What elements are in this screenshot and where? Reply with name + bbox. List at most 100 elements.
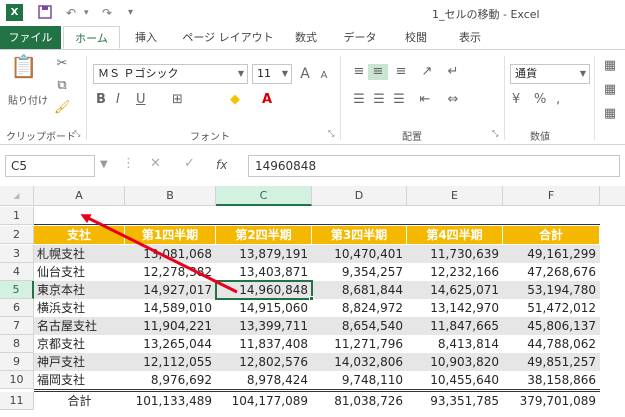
orientation-icon[interactable]: ↗	[418, 64, 436, 80]
data-cell[interactable]: 49,851,257	[503, 353, 600, 371]
column-header-e[interactable]: E	[407, 186, 503, 206]
formula-input[interactable]: 14960848	[248, 155, 620, 177]
data-cell[interactable]: 14,589,010	[125, 299, 216, 317]
data-cell[interactable]: 13,265,044	[125, 335, 216, 353]
data-cell[interactable]: 8,413,814	[407, 335, 503, 353]
branch-name-cell[interactable]: 京都支社	[34, 335, 125, 353]
align-bottom-icon[interactable]: ≡	[392, 64, 410, 80]
data-cell[interactable]: 12,232,166	[407, 263, 503, 281]
italic-icon[interactable]: I	[116, 92, 120, 108]
total-cell[interactable]: 81,038,726	[312, 392, 407, 410]
row-header[interactable]: 11	[0, 392, 34, 410]
data-cell[interactable]: 12,802,576	[216, 353, 312, 371]
font-size-dropdown[interactable]: 11 ▼	[252, 64, 292, 84]
clipboard-launcher-icon[interactable]: ⤡	[74, 126, 80, 142]
branch-name-cell[interactable]: 東京本社	[34, 281, 125, 299]
qat-customize-icon[interactable]: ▾	[128, 5, 133, 21]
border-icon[interactable]: ⊞	[172, 92, 183, 108]
data-cell[interactable]: 44,788,062	[503, 335, 600, 353]
branch-name-cell[interactable]: 福岡支社	[34, 371, 125, 389]
cell-style-icon[interactable]: ▦	[600, 106, 620, 122]
select-all-corner[interactable]: ◢	[0, 186, 34, 206]
data-cell[interactable]: 13,081,068	[125, 245, 216, 263]
redo-icon[interactable]: ↷	[102, 5, 112, 21]
wrap-text-icon[interactable]: ↵	[444, 64, 462, 80]
copy-icon[interactable]: ⧉	[54, 78, 70, 94]
align-middle-icon[interactable]: ≡	[368, 64, 388, 80]
column-header-a[interactable]: A	[34, 186, 125, 206]
data-cell[interactable]: 8,654,540	[312, 317, 407, 335]
tab-review[interactable]: 校閲	[394, 26, 438, 49]
column-header-c[interactable]: C	[216, 186, 312, 206]
total-cell[interactable]: 104,177,089	[216, 392, 312, 410]
branch-name-cell[interactable]: 札幌支社	[34, 245, 125, 263]
row-header[interactable]: 1	[0, 207, 34, 225]
table-format-icon[interactable]: ▦	[600, 82, 620, 98]
data-cell[interactable]: 8,681,844	[312, 281, 407, 299]
tab-home[interactable]: ホーム	[63, 26, 120, 49]
indent-icon[interactable]: ⇤	[416, 92, 434, 108]
data-cell[interactable]: 13,879,191	[216, 245, 312, 263]
row-header[interactable]: 7	[0, 317, 34, 335]
data-cell[interactable]: 11,730,639	[407, 245, 503, 263]
currency-icon[interactable]: ¥	[512, 92, 520, 108]
row-header[interactable]: 4	[0, 263, 34, 281]
data-cell[interactable]: 45,806,137	[503, 317, 600, 335]
tab-formulas[interactable]: 数式	[284, 26, 328, 49]
row-header[interactable]: 3	[0, 245, 34, 263]
paste-button-label[interactable]: 貼り付け	[4, 92, 52, 107]
data-cell[interactable]: 10,470,401	[312, 245, 407, 263]
data-cell[interactable]: 14,625,071	[407, 281, 503, 299]
data-cell[interactable]: 14,927,017	[125, 281, 216, 299]
name-box[interactable]: C5	[5, 155, 95, 177]
data-cell[interactable]: 10,903,820	[407, 353, 503, 371]
header-cell[interactable]: 第2四半期	[216, 226, 312, 244]
align-top-icon[interactable]: ≡	[350, 64, 368, 80]
undo-dropdown-icon[interactable]: ▾	[84, 5, 89, 21]
data-cell[interactable]: 51,472,012	[503, 299, 600, 317]
data-cell[interactable]: 49,161,299	[503, 245, 600, 263]
data-cell[interactable]: 10,455,640	[407, 371, 503, 389]
paste-icon[interactable]: 📋	[10, 57, 38, 88]
merge-center-icon[interactable]: ⇔	[444, 92, 462, 108]
number-format-dropdown[interactable]: 通貨 ▼	[510, 64, 590, 84]
branch-name-cell[interactable]: 仙台支社	[34, 263, 125, 281]
total-cell[interactable]: 379,701,089	[503, 392, 600, 410]
header-cell[interactable]: 第3四半期	[312, 226, 407, 244]
header-cell[interactable]: 支社	[34, 226, 125, 244]
tab-data[interactable]: データ	[336, 26, 384, 49]
data-cell[interactable]: 8,978,424	[216, 371, 312, 389]
font-color-icon[interactable]: A	[262, 92, 272, 108]
branch-name-cell[interactable]: 名古屋支社	[34, 317, 125, 335]
align-right-icon[interactable]: ☰	[390, 92, 408, 108]
align-left-icon[interactable]: ☰	[350, 92, 368, 108]
conditional-format-icon[interactable]: ▦	[600, 58, 620, 74]
row-header[interactable]: 2	[0, 226, 34, 244]
header-cell[interactable]: 合計	[503, 226, 600, 244]
row-header[interactable]: 8	[0, 335, 34, 353]
data-cell[interactable]: 11,847,665	[407, 317, 503, 335]
data-cell[interactable]: 9,748,110	[312, 371, 407, 389]
align-center-icon[interactable]: ☰	[370, 92, 388, 108]
data-cell[interactable]: 8,824,972	[312, 299, 407, 317]
tab-insert[interactable]: 挿入	[124, 26, 168, 49]
column-header-b[interactable]: B	[125, 186, 216, 206]
namebox-dropdown-icon[interactable]: ▼	[100, 157, 108, 173]
data-cell[interactable]: 13,403,871	[216, 263, 312, 281]
tab-view[interactable]: 表示	[448, 26, 492, 49]
data-cell[interactable]: 11,904,221	[125, 317, 216, 335]
bold-icon[interactable]: B	[96, 92, 106, 108]
data-cell[interactable]: 38,158,866	[503, 371, 600, 389]
data-cell[interactable]: 11,271,796	[312, 335, 407, 353]
header-cell[interactable]: 第4四半期	[407, 226, 503, 244]
cancel-icon[interactable]: ✕	[150, 156, 161, 172]
column-header-d[interactable]: D	[312, 186, 407, 206]
alignment-launcher-icon[interactable]: ⤡	[492, 126, 498, 142]
column-header-f[interactable]: F	[503, 186, 600, 206]
comma-style-icon[interactable]: ,	[556, 92, 560, 108]
header-cell[interactable]: 第1四半期	[125, 226, 216, 244]
row-header[interactable]: 10	[0, 371, 34, 389]
total-cell[interactable]: 93,351,785	[407, 392, 503, 410]
enter-icon[interactable]: ✓	[184, 156, 195, 172]
font-launcher-icon[interactable]: ⤡	[328, 126, 334, 142]
